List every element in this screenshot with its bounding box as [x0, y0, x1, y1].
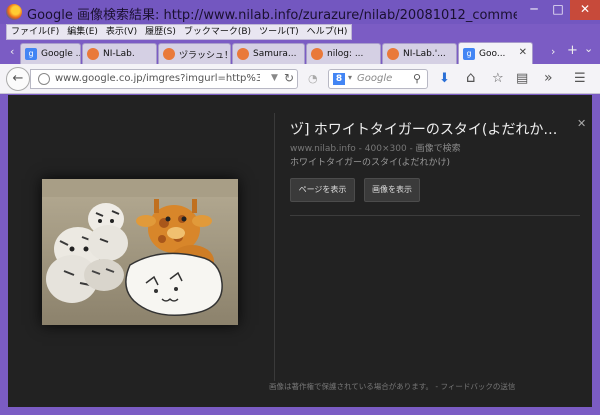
horizontal-divider	[290, 215, 580, 216]
cat-icon	[237, 48, 249, 60]
menu-file[interactable]: ファイル(F)	[7, 25, 63, 39]
title-bar: Google 画像検索結果: http://www.nilab.info/zur…	[0, 0, 600, 24]
tab-label: Samura...	[253, 49, 297, 59]
tab-list-icon[interactable]: ⌄	[584, 42, 593, 55]
menu-view[interactable]: 表示(V)	[102, 25, 141, 39]
menu-help[interactable]: ヘルプ(H)	[303, 25, 352, 39]
image-title[interactable]: ヅ] ホワイトタイガーのスタイ(よだれか…	[290, 119, 580, 139]
tab-label: Google ...	[41, 49, 80, 59]
tab-nilog[interactable]: nilog: ...	[306, 43, 381, 64]
search-icon[interactable]: ⚲	[413, 72, 421, 85]
search-box[interactable]: 8 ▾ Google ⚲	[328, 69, 428, 89]
vertical-divider	[274, 113, 275, 381]
image-preview-page: ヅ] ホワイトタイガーのスタイ(よだれか… www.nilab.info - 4…	[8, 95, 592, 407]
menu-history[interactable]: 履歴(S)	[141, 25, 180, 39]
tab-samurai[interactable]: Samura...	[232, 43, 305, 64]
google-icon: g	[25, 48, 37, 60]
cat-icon	[87, 48, 99, 60]
image-dimensions: 400×300	[364, 144, 407, 154]
close-window-button[interactable]: ✕	[570, 0, 600, 20]
url-bar[interactable]: www.google.co.jp/imgres?imgurl=http%3A%2…	[30, 69, 298, 89]
navigation-bar: ← www.google.co.jp/imgres?imgurl=http%3A…	[0, 64, 600, 94]
minimize-button[interactable]: ─	[522, 0, 546, 20]
new-tab-icon[interactable]: +	[567, 43, 578, 58]
reload-icon[interactable]: ↻	[284, 71, 294, 85]
image-description: ホワイトタイガーのスタイ(よだれかけ)	[290, 158, 451, 168]
search-by-image-link[interactable]: 画像で検索	[416, 144, 461, 154]
rss-icon: ◔	[308, 72, 318, 85]
menu-edit[interactable]: 編集(E)	[63, 25, 102, 39]
meta-separator: -	[355, 144, 365, 154]
tab-label: NI-Lab.'...	[403, 49, 446, 59]
tab-label: NI-Lab.	[103, 49, 135, 59]
close-tab-icon[interactable]: ✕	[519, 47, 527, 58]
menu-icon[interactable]: ☰	[574, 71, 586, 87]
globe-icon	[38, 73, 50, 85]
overflow-icon[interactable]: »	[544, 70, 553, 86]
meta-separator: -	[406, 144, 416, 154]
cat-icon	[163, 48, 175, 60]
image-thumbnail[interactable]	[42, 179, 238, 325]
menu-tools[interactable]: ツール(T)	[255, 25, 303, 39]
tab-google-1[interactable]: g Google ...	[20, 43, 81, 64]
tab-zurassyu[interactable]: ヅラッシュ！	[158, 43, 231, 64]
url-dropdown-icon[interactable]: ▼	[271, 73, 278, 83]
menu-bookmarks[interactable]: ブックマーク(B)	[180, 25, 255, 39]
firefox-icon	[6, 4, 22, 20]
tab-label: ヅラッシュ！	[179, 50, 230, 61]
plush-toys-photo	[42, 179, 238, 325]
search-engine-icon[interactable]: 8	[333, 73, 345, 85]
tab-label: nilog: ...	[327, 49, 364, 59]
maximize-button[interactable]: □	[546, 0, 570, 20]
view-image-button[interactable]: 画像を表示	[364, 178, 420, 202]
copyright-footer[interactable]: 画像は著作権で保護されている場合があります。 - フィードバックの送信	[269, 381, 515, 392]
download-icon[interactable]: ⬇	[439, 71, 450, 87]
url-text[interactable]: www.google.co.jp/imgres?imgurl=http%3A%2	[55, 73, 260, 84]
back-button[interactable]: ←	[6, 67, 30, 91]
close-preview-icon[interactable]: ✕	[577, 117, 586, 130]
image-meta: www.nilab.info - 400×300 - 画像で検索	[290, 141, 461, 154]
tab-bar: ‹ g Google ... NI-Lab. ヅラッシュ！ Samura... …	[0, 40, 600, 65]
menu-bar: ファイル(F) 編集(E) 表示(V) 履歴(S) ブックマーク(B) ツール(…	[0, 24, 600, 40]
window-title: Google 画像検索結果: http://www.nilab.info/zur…	[27, 8, 517, 23]
view-page-button[interactable]: ページを表示	[290, 178, 355, 202]
tab-scroll-left-icon[interactable]: ‹	[10, 45, 14, 58]
search-engine-dropdown-icon[interactable]: ▾	[348, 73, 352, 82]
tab-nilab-2[interactable]: NI-Lab.'...	[382, 43, 457, 64]
tab-google-active[interactable]: g Goo... ✕	[458, 42, 533, 65]
image-domain[interactable]: www.nilab.info	[290, 144, 356, 154]
reader-icon[interactable]: ▤	[516, 71, 528, 87]
cat-icon	[311, 48, 323, 60]
search-input[interactable]: Google	[357, 73, 392, 84]
bookmark-star-icon[interactable]: ☆	[492, 71, 504, 87]
google-icon: g	[463, 48, 475, 60]
tab-nilab[interactable]: NI-Lab.	[82, 43, 157, 64]
tab-label: Goo...	[479, 49, 506, 59]
cat-icon	[387, 48, 399, 60]
home-icon[interactable]: ⌂	[466, 69, 476, 85]
tab-scroll-right-icon[interactable]: ›	[551, 45, 555, 58]
window-bottom-border	[0, 407, 600, 415]
